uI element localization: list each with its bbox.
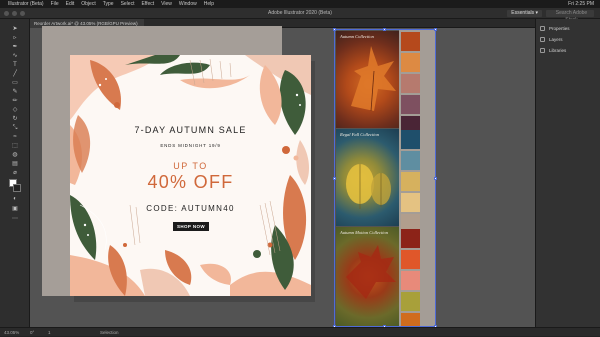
color-swatch[interactable] <box>401 172 420 191</box>
menu-effect[interactable]: Effect <box>141 0 154 8</box>
window-controls <box>4 11 25 16</box>
collection-label: Autumn Motion Collection <box>340 230 388 235</box>
pen-icon[interactable]: ✒ <box>10 43 20 52</box>
red-leaf-graphic <box>346 245 396 299</box>
screen-mode-icon[interactable]: ▣ <box>10 205 20 214</box>
rotate-icon[interactable]: ↻ <box>10 115 20 124</box>
discount-prefix: UP TO <box>173 161 208 171</box>
free-transform-icon[interactable]: ⬚ <box>10 142 20 151</box>
paintbrush-icon[interactable]: ✎ <box>10 88 20 97</box>
width-icon[interactable]: ≈ <box>10 133 20 142</box>
eyedropper-icon[interactable]: ⌀ <box>10 169 20 178</box>
more-tools-icon[interactable]: ⋯ <box>10 215 20 224</box>
color-swatch[interactable] <box>401 130 420 149</box>
scale-icon[interactable]: ⤡ <box>10 124 20 133</box>
panel-libraries[interactable]: Libraries <box>540 46 566 56</box>
panel-label: Libraries <box>549 48 567 53</box>
tools-panel: ➤ ▹ ✒ ∿ T ╱ ▭ ✎ ✏ ◇ ↻ ⤡ ≈ ⬚ ◍ ▤ ⌀ ◐ ▣ ⋯ <box>0 19 30 327</box>
layers-icon <box>540 37 545 42</box>
type-icon[interactable]: T <box>10 61 20 70</box>
shop-now-button[interactable]: SHOP NOW <box>173 222 209 231</box>
app-title-bar: Adobe Illustrator 2020 (Beta) Essentials… <box>0 8 600 23</box>
menu-type[interactable]: Type <box>103 0 114 8</box>
shape-builder-icon[interactable]: ◍ <box>10 151 20 160</box>
menu-bar: Illustrator (Beta) File Edit Object Type… <box>0 0 600 8</box>
menu-edit[interactable]: Edit <box>66 0 75 8</box>
yellow-leaves-graphic <box>346 164 391 209</box>
panel-properties[interactable]: Properties <box>540 24 570 34</box>
autumn-motion-swatches <box>401 229 420 334</box>
app-title: Adobe Illustrator 2020 (Beta) <box>268 10 332 16</box>
autumn-motion-collection-image[interactable]: Autumn Motion Collection <box>336 227 401 326</box>
color-swatch[interactable] <box>401 95 420 114</box>
maple-leaf-graphic <box>351 46 396 112</box>
menu-object[interactable]: Object <box>81 0 95 8</box>
color-swatch[interactable] <box>401 32 420 51</box>
color-swatch[interactable] <box>401 229 420 248</box>
workspace-switcher[interactable]: Essentials ▾ <box>507 10 542 17</box>
menu-file[interactable]: File <box>51 0 59 8</box>
minimize-window-icon[interactable] <box>12 11 17 16</box>
stroke-swatch[interactable] <box>13 184 21 192</box>
regal-fall-swatches <box>401 130 420 235</box>
color-swatch[interactable] <box>401 193 420 212</box>
color-swatch[interactable] <box>401 271 420 290</box>
discount-amount: 40% OFF <box>147 172 234 192</box>
panel-label: Properties <box>549 26 570 31</box>
color-swatch[interactable] <box>401 53 420 72</box>
eraser-icon[interactable]: ◇ <box>10 106 20 115</box>
line-icon[interactable]: ╱ <box>10 70 20 79</box>
sale-card[interactable]: 7-DAY AUTUMN SALE ENDS MIDNIGHT 19/9 UP … <box>70 55 311 296</box>
collection-label: Regal Fall Collection <box>340 132 379 137</box>
color-swatch[interactable] <box>401 292 420 311</box>
menu-help[interactable]: Help <box>204 0 214 8</box>
color-swatch[interactable] <box>401 250 420 269</box>
panel-layers[interactable]: Layers <box>540 35 563 45</box>
properties-icon <box>540 26 545 31</box>
close-window-icon[interactable] <box>4 11 9 16</box>
sale-end-date: ENDS MIDNIGHT 19/9 <box>160 143 221 148</box>
color-swatch[interactable] <box>401 151 420 170</box>
right-panel-dock: Properties Layers Libraries <box>535 19 600 327</box>
draw-mode-icon[interactable]: ◐ <box>10 195 20 204</box>
libraries-icon <box>540 48 545 53</box>
chevron-down-icon: ▾ <box>535 10 538 16</box>
gradient-icon[interactable]: ▤ <box>10 160 20 169</box>
direct-selection-icon[interactable]: ▹ <box>10 34 20 43</box>
menubar-clock: Fri 2:25 PM <box>568 1 594 7</box>
workspace-label: Essentials <box>511 10 535 16</box>
menu-select[interactable]: Select <box>121 0 135 8</box>
rectangle-icon[interactable]: ▭ <box>10 79 20 88</box>
pencil-icon[interactable]: ✏ <box>10 97 20 106</box>
sale-title: 7-DAY AUTUMN SALE <box>134 125 247 135</box>
menu-app[interactable]: Illustrator (Beta) <box>8 0 44 8</box>
curvature-icon[interactable]: ∿ <box>10 52 20 61</box>
panel-label: Layers <box>549 37 563 42</box>
collection-label: Autumn Collection <box>340 34 374 39</box>
regal-fall-collection-image[interactable]: Regal Fall Collection <box>336 129 401 226</box>
menu-view[interactable]: View <box>161 0 172 8</box>
promo-code: CODE: AUTUMN40 <box>146 204 235 213</box>
stock-search-input[interactable]: Search Adobe Stock <box>546 10 594 23</box>
menu-window[interactable]: Window <box>179 0 197 8</box>
autumn-collection-image[interactable]: Autumn Collection <box>336 31 401 128</box>
status-bar: 43.05% 0° 1 Selection <box>0 327 600 336</box>
color-swatch[interactable] <box>401 74 420 93</box>
zoom-window-icon[interactable] <box>20 11 25 16</box>
selection-icon[interactable]: ➤ <box>10 25 20 34</box>
autumn-swatches <box>401 32 420 137</box>
